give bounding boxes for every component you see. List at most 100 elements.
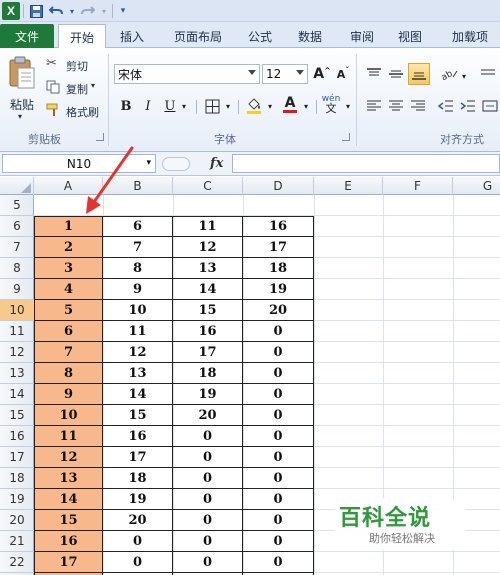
- row-header[interactable]: 22: [0, 552, 34, 573]
- cell-b[interactable]: 0: [103, 531, 173, 552]
- cell-a[interactable]: 14: [34, 489, 103, 510]
- align-left-button[interactable]: [364, 96, 384, 116]
- cell-b[interactable]: 15: [103, 405, 173, 426]
- cell-a[interactable]: 13: [34, 468, 103, 489]
- row-header[interactable]: 8: [0, 258, 34, 279]
- column-header-b[interactable]: B: [103, 177, 173, 195]
- tab-page-layout[interactable]: 页面布局: [160, 25, 236, 47]
- phonetic-guide-button[interactable]: wén 文: [320, 94, 342, 114]
- undo-icon[interactable]: [48, 3, 64, 19]
- redo-dropdown-icon[interactable]: ▾: [96, 3, 112, 19]
- cell-a[interactable]: 12: [34, 447, 103, 468]
- orientation-button[interactable]: ab: [440, 64, 460, 84]
- cell-d[interactable]: 0: [243, 468, 314, 489]
- wrap-text-button[interactable]: [478, 64, 498, 84]
- cell-c[interactable]: 0: [173, 426, 243, 447]
- excel-logo-icon[interactable]: X: [2, 2, 20, 20]
- cell-c[interactable]: 15: [173, 300, 243, 321]
- cell-b[interactable]: 13: [103, 363, 173, 384]
- cell-a[interactable]: 16: [34, 531, 103, 552]
- cut-button[interactable]: ✂ 剪切: [46, 56, 96, 74]
- column-header-a[interactable]: A: [34, 177, 103, 195]
- decrease-font-size-button[interactable]: Aˇ: [333, 64, 353, 84]
- bold-button[interactable]: B: [116, 96, 136, 116]
- column-header-e[interactable]: E: [314, 177, 383, 195]
- decrease-indent-button[interactable]: [436, 96, 456, 116]
- formula-bar-handle-icon[interactable]: [162, 157, 190, 171]
- cell-b[interactable]: 16: [103, 426, 173, 447]
- insert-function-icon[interactable]: fx: [210, 156, 223, 171]
- cell-d[interactable]: 0: [243, 405, 314, 426]
- column-header-d[interactable]: D: [243, 177, 314, 195]
- cell-a[interactable]: 17: [34, 552, 103, 573]
- row-header[interactable]: 21: [0, 531, 34, 552]
- cell-c[interactable]: 14: [173, 279, 243, 300]
- cell-c[interactable]: 20: [173, 405, 243, 426]
- cell-a[interactable]: 11: [34, 426, 103, 447]
- cell-a[interactable]: 7: [34, 342, 103, 363]
- cell-b[interactable]: 20: [103, 510, 173, 531]
- row-header[interactable]: 14: [0, 384, 34, 405]
- row-header[interactable]: 6: [0, 216, 34, 237]
- cell-d[interactable]: 0: [243, 384, 314, 405]
- row-header[interactable]: 20: [0, 510, 34, 531]
- fill-color-button[interactable]: [244, 96, 264, 116]
- row-header[interactable]: 17: [0, 447, 34, 468]
- row-header[interactable]: 15: [0, 405, 34, 426]
- row-header[interactable]: 11: [0, 321, 34, 342]
- cell-c[interactable]: 0: [173, 468, 243, 489]
- cell-b[interactable]: 6: [103, 216, 173, 237]
- column-header-f[interactable]: F: [383, 177, 453, 195]
- increase-font-size-button[interactable]: A ^: [312, 64, 332, 84]
- format-painter-button[interactable]: 格式刷: [46, 102, 106, 120]
- redo-icon[interactable]: [80, 3, 96, 19]
- tab-data[interactable]: 数据: [288, 25, 332, 47]
- cell-a[interactable]: 9: [34, 384, 103, 405]
- align-bottom-button[interactable]: [408, 63, 430, 85]
- undo-dropdown-icon[interactable]: ▾: [64, 3, 80, 19]
- cell-c[interactable]: 0: [173, 447, 243, 468]
- row-header[interactable]: 9: [0, 279, 34, 300]
- row-header[interactable]: 13: [0, 363, 34, 384]
- align-right-button[interactable]: [408, 96, 428, 116]
- cell-d[interactable]: 20: [243, 300, 314, 321]
- underline-button[interactable]: U: [160, 96, 180, 116]
- font-color-button[interactable]: A: [280, 94, 300, 114]
- tab-review[interactable]: 审阅: [340, 25, 384, 47]
- tab-home[interactable]: 开始: [58, 24, 106, 49]
- cell-d[interactable]: 0: [243, 552, 314, 573]
- fill-color-dropdown-icon[interactable]: ▾: [264, 96, 276, 116]
- align-middle-button[interactable]: [386, 64, 406, 84]
- cell-c[interactable]: 0: [173, 510, 243, 531]
- cell-b[interactable]: 10: [103, 300, 173, 321]
- cell-b[interactable]: 7: [103, 237, 173, 258]
- customize-qat-icon[interactable]: ▾: [115, 3, 131, 19]
- cell-d[interactable]: 0: [243, 321, 314, 342]
- row-header[interactable]: 10: [0, 300, 34, 321]
- cell-c[interactable]: 0: [173, 531, 243, 552]
- cell-c[interactable]: 18: [173, 363, 243, 384]
- row-header[interactable]: 7: [0, 237, 34, 258]
- tab-insert[interactable]: 插入: [110, 25, 154, 47]
- clipboard-dialog-launcher-icon[interactable]: [96, 133, 104, 141]
- row-header[interactable]: 19: [0, 489, 34, 510]
- cell-a[interactable]: 5: [34, 300, 103, 321]
- cell-d[interactable]: 0: [243, 510, 314, 531]
- copy-button[interactable]: 复制 ▾: [46, 79, 102, 97]
- name-box-dropdown-icon[interactable]: ▾: [146, 158, 151, 168]
- cell-d[interactable]: 0: [243, 447, 314, 468]
- column-header-c[interactable]: C: [173, 177, 243, 195]
- align-center-button[interactable]: [386, 96, 406, 116]
- cell-d[interactable]: 0: [243, 489, 314, 510]
- row-header[interactable]: 5: [0, 195, 34, 216]
- cell-c[interactable]: 12: [173, 237, 243, 258]
- cell-b[interactable]: [103, 195, 173, 216]
- cell-d[interactable]: 0: [243, 531, 314, 552]
- font-name-combo[interactable]: 宋体: [114, 64, 260, 84]
- cell-a[interactable]: 8: [34, 363, 103, 384]
- cell-d[interactable]: 0: [243, 342, 314, 363]
- orientation-dropdown-icon[interactable]: ▾: [458, 66, 470, 86]
- name-box[interactable]: N10 ▾: [2, 154, 156, 173]
- font-dialog-launcher-icon[interactable]: [342, 133, 350, 141]
- row-header[interactable]: 16: [0, 426, 34, 447]
